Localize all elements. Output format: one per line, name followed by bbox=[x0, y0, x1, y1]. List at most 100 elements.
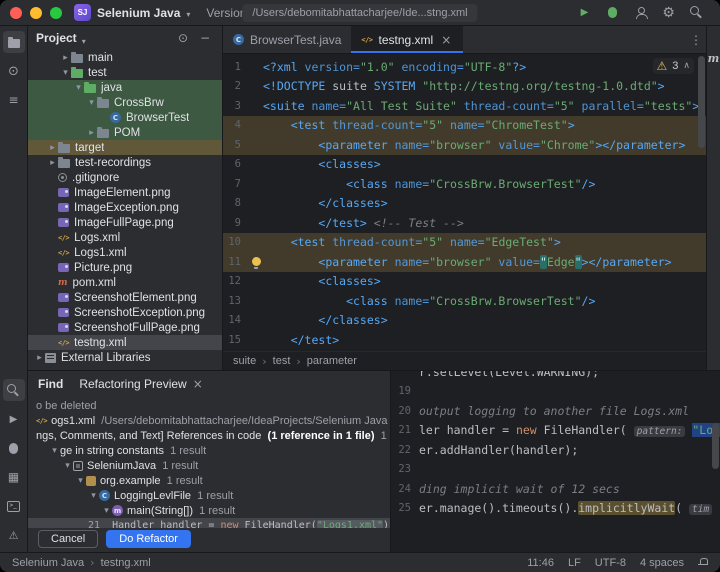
tree-item-screenshotexception-png[interactable]: ScreenshotException.png bbox=[28, 305, 222, 320]
titlebar-gear-button[interactable] bbox=[660, 2, 682, 24]
tree-chevron-icon[interactable] bbox=[73, 83, 84, 93]
code-line[interactable]: 19 bbox=[391, 382, 720, 402]
titlebar-search-button[interactable] bbox=[688, 2, 710, 24]
code-line[interactable]: 24ding implicit wait of 12 secs bbox=[391, 479, 720, 499]
stripe-debug-button[interactable] bbox=[3, 437, 25, 459]
code-line[interactable]: 21ler handler = new FileHandler( pattern… bbox=[391, 421, 720, 441]
tree-item-test[interactable]: test bbox=[28, 65, 222, 80]
tree-chevron-icon[interactable] bbox=[47, 143, 58, 153]
code-editor[interactable]: 1<?xml version="1.0" encoding="UTF-8"?>2… bbox=[223, 54, 706, 351]
status-file[interactable]: testng.xml bbox=[101, 557, 151, 569]
find-row[interactable]: ngs, Comments, and Text] References in c… bbox=[28, 428, 390, 443]
code-line[interactable]: 12 <classes> bbox=[223, 272, 706, 292]
code-line[interactable]: 15 </test> bbox=[223, 330, 706, 350]
titlebar-person-button[interactable] bbox=[632, 2, 654, 24]
tab-refactoring-preview[interactable]: Refactoring Preview bbox=[79, 371, 204, 396]
maven-tool-button[interactable]: m bbox=[708, 52, 720, 65]
status-encoding[interactable]: UTF-8 bbox=[595, 557, 626, 569]
close-tab-icon[interactable] bbox=[191, 377, 205, 391]
tree-item-imageelement-png[interactable]: ImageElement.png bbox=[28, 185, 222, 200]
tree-item-test-recordings[interactable]: test-recordings bbox=[28, 155, 222, 170]
stripe-structure-button[interactable] bbox=[3, 89, 25, 111]
project-widget[interactable]: SJ Selenium Java bbox=[74, 4, 190, 21]
stripe-project-button[interactable] bbox=[3, 31, 25, 53]
collapse-button[interactable] bbox=[196, 29, 214, 47]
titlebar-debug-button[interactable] bbox=[604, 2, 626, 24]
window-zoom-button[interactable] bbox=[50, 7, 62, 19]
preview-editor[interactable]: r.setLevel(Level.WARNING);1920output log… bbox=[390, 371, 720, 552]
stripe-problems-button[interactable] bbox=[3, 524, 25, 546]
code-line[interactable]: 6 <classes> bbox=[223, 155, 706, 175]
editor-scrollbar[interactable] bbox=[698, 56, 705, 148]
tree-item-java[interactable]: java bbox=[28, 80, 222, 95]
tree-chevron-icon[interactable] bbox=[86, 98, 97, 108]
close-tab-icon[interactable] bbox=[439, 33, 453, 47]
breadcrumb-parameter[interactable]: parameter bbox=[307, 355, 357, 367]
tree-item-screenshotelement-png[interactable]: ScreenshotElement.png bbox=[28, 290, 222, 305]
tree-item-gitignore[interactable]: .gitignore bbox=[28, 170, 222, 185]
code-line[interactable]: 1<?xml version="1.0" encoding="UTF-8"?> bbox=[223, 57, 706, 77]
find-row[interactable]: ogs1.xml /Users/debomitabhattacharjee/Id… bbox=[28, 413, 390, 428]
tree-chevron-icon[interactable] bbox=[60, 53, 71, 63]
code-line[interactable]: 25er.manage().timeouts().implicitlyWait(… bbox=[391, 499, 720, 519]
code-line[interactable]: 14 </classes> bbox=[223, 311, 706, 331]
code-line[interactable]: 3<suite name="All Test Suite" thread-cou… bbox=[223, 96, 706, 116]
tree-item-pom[interactable]: POM bbox=[28, 125, 222, 140]
find-row[interactable]: SeleniumJava 1 result bbox=[28, 458, 390, 473]
find-chevron-icon[interactable] bbox=[75, 476, 86, 486]
find-row[interactable]: o be deleted bbox=[28, 398, 390, 413]
window-minimize-button[interactable] bbox=[30, 7, 42, 19]
code-line[interactable]: 13 <class name="CrossBrw.BrowserTest"/> bbox=[223, 291, 706, 311]
tree-item-main[interactable]: main bbox=[28, 50, 222, 65]
file-path[interactable]: /Users/debomitabhattacharjee/Ide...stng.… bbox=[242, 4, 477, 22]
tab-options-icon[interactable] bbox=[686, 30, 706, 50]
tab-browsertest-java[interactable]: BrowserTest.java bbox=[223, 26, 351, 53]
code-line[interactable]: 9 </test> <!-- Test --> bbox=[223, 213, 706, 233]
code-line[interactable]: 7 <class name="CrossBrw.BrowserTest"/> bbox=[223, 174, 706, 194]
tree-item-target[interactable]: target bbox=[28, 140, 222, 155]
stripe-services-button[interactable] bbox=[3, 466, 25, 488]
locate-button[interactable] bbox=[174, 29, 192, 47]
code-line[interactable]: 23 bbox=[391, 460, 720, 480]
tree-item-crossbrw[interactable]: CrossBrw bbox=[28, 95, 222, 110]
stripe-commit-button[interactable] bbox=[3, 60, 25, 82]
tree-item-browsertest[interactable]: BrowserTest bbox=[28, 110, 222, 125]
tree-chevron-icon[interactable] bbox=[60, 68, 71, 78]
stripe-find-button[interactable] bbox=[3, 379, 25, 401]
code-line[interactable]: 4 <test thread-count="5" name="ChromeTes… bbox=[223, 116, 706, 136]
stripe-run-button[interactable] bbox=[3, 408, 25, 430]
find-chevron-icon[interactable] bbox=[62, 461, 73, 471]
status-indent[interactable]: 4 spaces bbox=[640, 557, 684, 569]
code-line[interactable]: 2<!DOCTYPE suite SYSTEM "http://testng.o… bbox=[223, 77, 706, 97]
find-chevron-icon[interactable] bbox=[49, 446, 60, 456]
code-line[interactable]: 5 <parameter name="browser" value="Chrom… bbox=[223, 135, 706, 155]
find-row[interactable]: org.example 1 result bbox=[28, 473, 390, 488]
breadcrumb-test[interactable]: test bbox=[273, 355, 291, 367]
find-chevron-icon[interactable] bbox=[101, 506, 112, 516]
tree-chevron-icon[interactable] bbox=[47, 158, 58, 168]
preview-scrollbar[interactable] bbox=[712, 423, 719, 469]
status-line-ending[interactable]: LF bbox=[568, 557, 581, 569]
find-row[interactable]: LoggingLevlFile 1 result bbox=[28, 488, 390, 503]
find-row[interactable]: main(String[]) 1 result bbox=[28, 503, 390, 518]
code-line[interactable]: 22er.addHandler(handler); bbox=[391, 440, 720, 460]
find-row[interactable]: ge in string constants 1 result bbox=[28, 443, 390, 458]
stripe-terminal-button[interactable] bbox=[3, 495, 25, 517]
tree-item-imagefullpage-png[interactable]: ImageFullPage.png bbox=[28, 215, 222, 230]
tree-item-logs1-xml[interactable]: Logs1.xml bbox=[28, 245, 222, 260]
status-project[interactable]: Selenium Java bbox=[12, 557, 84, 569]
titlebar-run-button[interactable] bbox=[576, 2, 598, 24]
tree-item-pom-xml[interactable]: pom.xml bbox=[28, 275, 222, 290]
find-row[interactable]: 21 Handler handler = new FileHandler("Lo… bbox=[28, 518, 390, 528]
tree-chevron-icon[interactable] bbox=[86, 128, 97, 138]
tree-item-screenshotfullpage-png[interactable]: ScreenshotFullPage.png bbox=[28, 320, 222, 335]
tree-item-logs-xml[interactable]: Logs.xml bbox=[28, 230, 222, 245]
code-line[interactable]: 8 </classes> bbox=[223, 194, 706, 214]
code-line[interactable]: r.setLevel(Level.WARNING); bbox=[391, 371, 720, 382]
tree-item-imageexception-png[interactable]: ImageException.png bbox=[28, 200, 222, 215]
tree-item-testng-xml[interactable]: testng.xml bbox=[28, 335, 222, 350]
code-line[interactable]: 11 <parameter name="browser" value="Edge… bbox=[223, 252, 706, 272]
breadcrumb-suite[interactable]: suite bbox=[233, 355, 256, 367]
tree-item-picture-png[interactable]: Picture.png bbox=[28, 260, 222, 275]
find-chevron-icon[interactable] bbox=[88, 491, 99, 501]
